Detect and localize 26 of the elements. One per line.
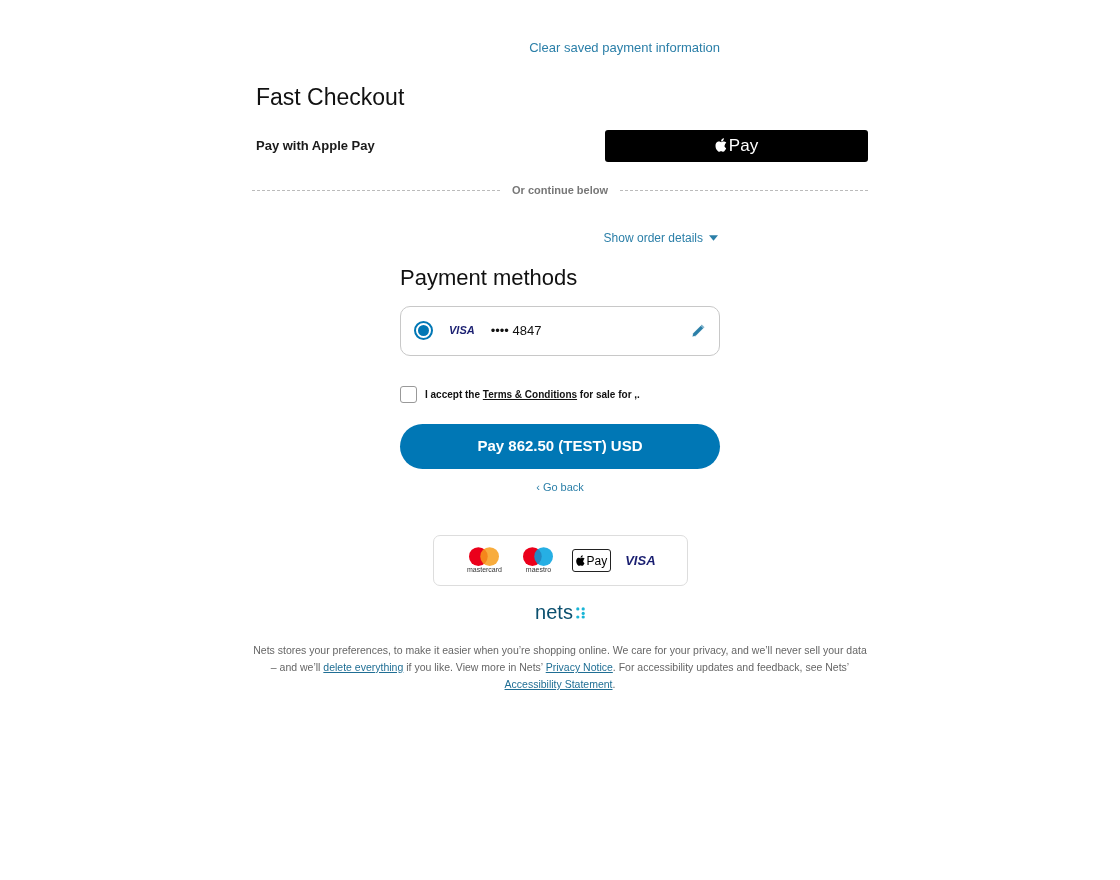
nets-logo: nets (535, 602, 585, 622)
order-details-link[interactable]: Show order details (603, 228, 718, 247)
go-back-link[interactable]: ‹ Go back (536, 478, 584, 495)
footer-link[interactable]: delete everything (323, 661, 404, 673)
terms-link[interactable]: Terms & Conditions (482, 388, 578, 400)
terms-checkbox[interactable] (400, 385, 417, 403)
card-number: •••• 4847 (490, 321, 542, 340)
clear-payment-link[interactable]: Clear saved payment information (529, 38, 720, 58)
divider-text: Or continue below (512, 183, 608, 198)
section-title: Payment methods (400, 263, 579, 292)
footer-link[interactable]: Accessibility Statement (504, 678, 613, 690)
apple-pay-label: Pay with Apple Pay (256, 137, 375, 156)
apple-icon (714, 137, 727, 152)
apple-pay-button[interactable]: Pay (605, 130, 868, 162)
visa-logo: VISA (625, 551, 656, 570)
edit-pencil-icon (691, 323, 706, 338)
pay-button[interactable]: Pay 862.50 (TEST) USD (400, 423, 720, 469)
apple-pay-logo: Pay (572, 549, 612, 572)
card-brand-logo: VISA (449, 323, 475, 339)
payment-card-option[interactable]: VISA •••• 4847 (400, 305, 720, 356)
caret-icon (709, 234, 718, 241)
footer-link[interactable]: Privacy Notice (545, 661, 613, 673)
radio-button[interactable] (414, 321, 433, 340)
section-title: Fast Checkout (255, 82, 406, 112)
terms-text: I accept the Terms & Conditions for sale for ,. (425, 387, 640, 402)
privacy-footer-text: Nets stores your preferences, to make it easier when you’re shopping online. We care for your privacy, and we’ll never sell your data – and we’ll delete everything if you like. View more in Nets’ Privacy Notice. For accessibility updates and feedback, see Nets’ Accessibility Statement. (252, 643, 868, 692)
